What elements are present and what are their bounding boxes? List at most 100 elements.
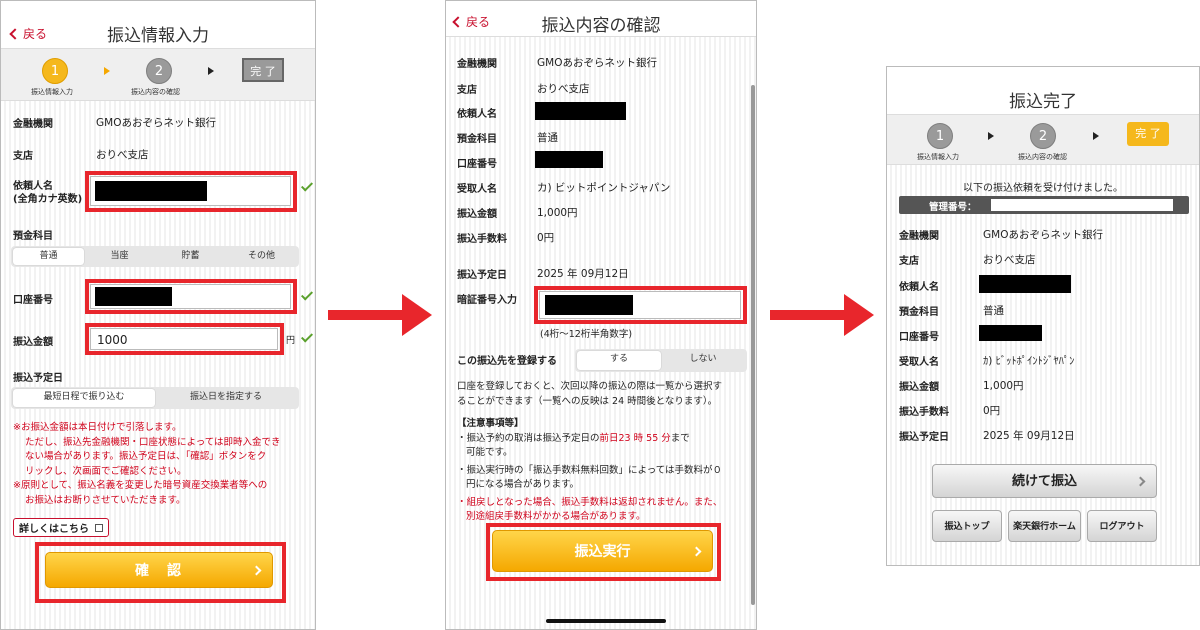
page-title: 振込情報入力 [107, 26, 209, 46]
deposit-option-chochiku[interactable]: 貯蓄 [155, 248, 226, 265]
bank-value: GMOあおぞらネット銀行 [537, 57, 657, 69]
fee-label: 振込手数料 [899, 407, 949, 418]
branch-label: 支店 [899, 256, 919, 267]
deposit-type-label: 預金科目 [13, 231, 53, 242]
screen-transfer-input: 戻る 振込情報入力 1 振込情報入力 2 振込内容の確認 完 了 金融機関 GM… [0, 0, 316, 630]
deposit-option-toza[interactable]: 当座 [84, 248, 155, 265]
step-2-label: 振込内容の確認 [131, 88, 180, 96]
step-1-circle: 1 [42, 58, 68, 84]
step-arrow-icon [988, 132, 994, 140]
branch-value: おりべ支店 [537, 83, 590, 95]
execute-transfer-button[interactable]: 振込実行 [492, 530, 713, 572]
rakuten-bank-home-button[interactable]: 楽天銀行ホーム [1008, 510, 1081, 542]
amount-label: 振込金額 [13, 337, 53, 348]
fee-value: 0円 [537, 232, 555, 244]
bank-label: 金融機関 [457, 59, 497, 70]
external-link-icon [95, 524, 104, 532]
flow-arrow-icon [770, 294, 874, 336]
deposit-type-label: 預金科目 [457, 134, 497, 145]
register-note: 口座を登録しておくと、次回以降の振込の際は一覧から選択す ることができます（一覧… [457, 381, 723, 407]
step-done-badge: 完 了 [242, 58, 284, 82]
header: 戻る 振込内容の確認 [446, 1, 756, 37]
date-selector[interactable]: 最短日程で振り込む 振込日を指定する [11, 387, 299, 409]
pin-hint: (4桁〜12桁半角数字) [540, 329, 633, 340]
redaction-mask [95, 181, 207, 201]
redaction-mask [545, 295, 633, 315]
register-payee-toggle[interactable]: する しない [575, 349, 747, 372]
amount-label: 振込金額 [457, 209, 497, 220]
amount-value: 1,000円 [537, 207, 578, 219]
notice-text: ※お振込金額は本日付けで引落します。 ただし、振込先金融機関・口座状態によっては… [13, 422, 281, 506]
register-option-yes[interactable]: する [577, 351, 661, 370]
branch-label: 支店 [457, 85, 477, 96]
step-1-circle: 1 [927, 123, 953, 149]
date-option-earliest[interactable]: 最短日程で振り込む [13, 389, 155, 407]
management-number-value [991, 199, 1173, 211]
check-icon [300, 179, 314, 192]
recipient-value: カ) ビットポイントジャパン [537, 182, 671, 194]
header: 振込完了 [887, 67, 1199, 115]
deposit-type-value: 普通 [983, 305, 1004, 317]
scheduled-date-label: 振込予定日 [899, 432, 949, 443]
redaction-mask [979, 275, 1071, 293]
screen-transfer-confirm: 戻る 振込内容の確認 金融機関 GMOあおぞらネット銀行 支店 おりべ支店 依頼… [445, 0, 757, 630]
scheduled-date-label: 振込予定日 [457, 270, 507, 281]
account-number-label: 口座番号 [457, 159, 497, 170]
amount-input[interactable]: 1000 [90, 328, 278, 350]
deposit-option-futsu[interactable]: 普通 [13, 248, 84, 265]
branch-value: おりべ支店 [96, 149, 149, 161]
step-arrow-icon [104, 67, 110, 75]
accepted-message: 以下の振込依頼を受け付けました。 [963, 183, 1123, 194]
chevron-right-icon [251, 565, 262, 576]
step-1-label: 振込情報入力 [31, 88, 73, 96]
chevron-right-icon [1135, 476, 1146, 487]
deposit-type-value: 普通 [537, 132, 558, 144]
requester-label: 依頼人名 [899, 282, 939, 293]
details-link[interactable]: 詳しくはこちら [13, 518, 110, 537]
redaction-mask [535, 151, 603, 168]
management-number-bar: 管理番号： [899, 196, 1189, 214]
bank-value: GMOあおぞらネット銀行 [983, 229, 1103, 241]
step-2-label: 振込内容の確認 [1018, 153, 1067, 161]
page-title: 振込完了 [1009, 92, 1077, 112]
branch-value: おりべ支店 [983, 254, 1036, 266]
check-icon [300, 330, 314, 343]
home-indicator [546, 619, 666, 623]
register-option-no[interactable]: しない [661, 351, 745, 370]
deposit-option-other[interactable]: その他 [226, 248, 297, 265]
deposit-type-selector[interactable]: 普通 当座 貯蓄 その他 [11, 246, 299, 267]
page-title: 振込内容の確認 [541, 16, 661, 36]
requester-sublabel: (全角カナ英数) [13, 194, 83, 205]
bank-value: GMOあおぞらネット銀行 [96, 117, 216, 129]
amount-unit: 円 [286, 336, 296, 346]
redaction-mask [95, 287, 172, 306]
step-arrow-icon [1093, 132, 1099, 140]
account-number-label: 口座番号 [13, 295, 53, 306]
branch-label: 支店 [13, 151, 33, 162]
account-number-label: 口座番号 [899, 332, 939, 343]
redaction-mask [535, 102, 626, 120]
fee-value: 0円 [983, 405, 1001, 417]
step-indicator: 1 振込情報入力 2 振込内容の確認 完 了 [1, 49, 315, 101]
pin-label: 暗証番号入力 [457, 295, 517, 306]
logout-button[interactable]: ログアウト [1087, 510, 1157, 542]
step-1-label: 振込情報入力 [917, 153, 959, 161]
step-2-circle: 2 [146, 58, 172, 84]
amount-value: 1,000円 [983, 380, 1024, 392]
bank-label: 金融機関 [13, 119, 53, 130]
caution-section: 【注意事項等】 ・振込予約の取消は振込予定日の前日23 時 55 分まで 可能で… [457, 418, 723, 522]
step-indicator: 1 振込情報入力 2 振込内容の確認 完 了 [887, 115, 1199, 165]
screen-transfer-complete: 振込完了 1 振込情報入力 2 振込内容の確認 完 了 以下の振込依頼を受け付け… [886, 66, 1200, 566]
recipient-value: ｶ) ﾋﾞｯﾄﾎﾟｲﾝﾄｼﾞﾔﾊﾟﾝ [983, 355, 1075, 367]
transfer-top-button[interactable]: 振込トップ [932, 510, 1002, 542]
scrollbar[interactable] [751, 85, 755, 605]
recipient-label: 受取人名 [899, 357, 939, 368]
step-arrow-icon [208, 67, 214, 75]
bank-label: 金融機関 [899, 231, 939, 242]
scheduled-date-value: 2025 年 09月12日 [537, 268, 629, 280]
date-option-specify[interactable]: 振込日を指定する [155, 389, 297, 407]
confirm-button[interactable]: 確 認 [45, 552, 273, 588]
continue-transfer-button[interactable]: 続けて振込 [932, 464, 1157, 498]
step-done-badge: 完 了 [1127, 122, 1169, 146]
chevron-right-icon [691, 546, 702, 557]
